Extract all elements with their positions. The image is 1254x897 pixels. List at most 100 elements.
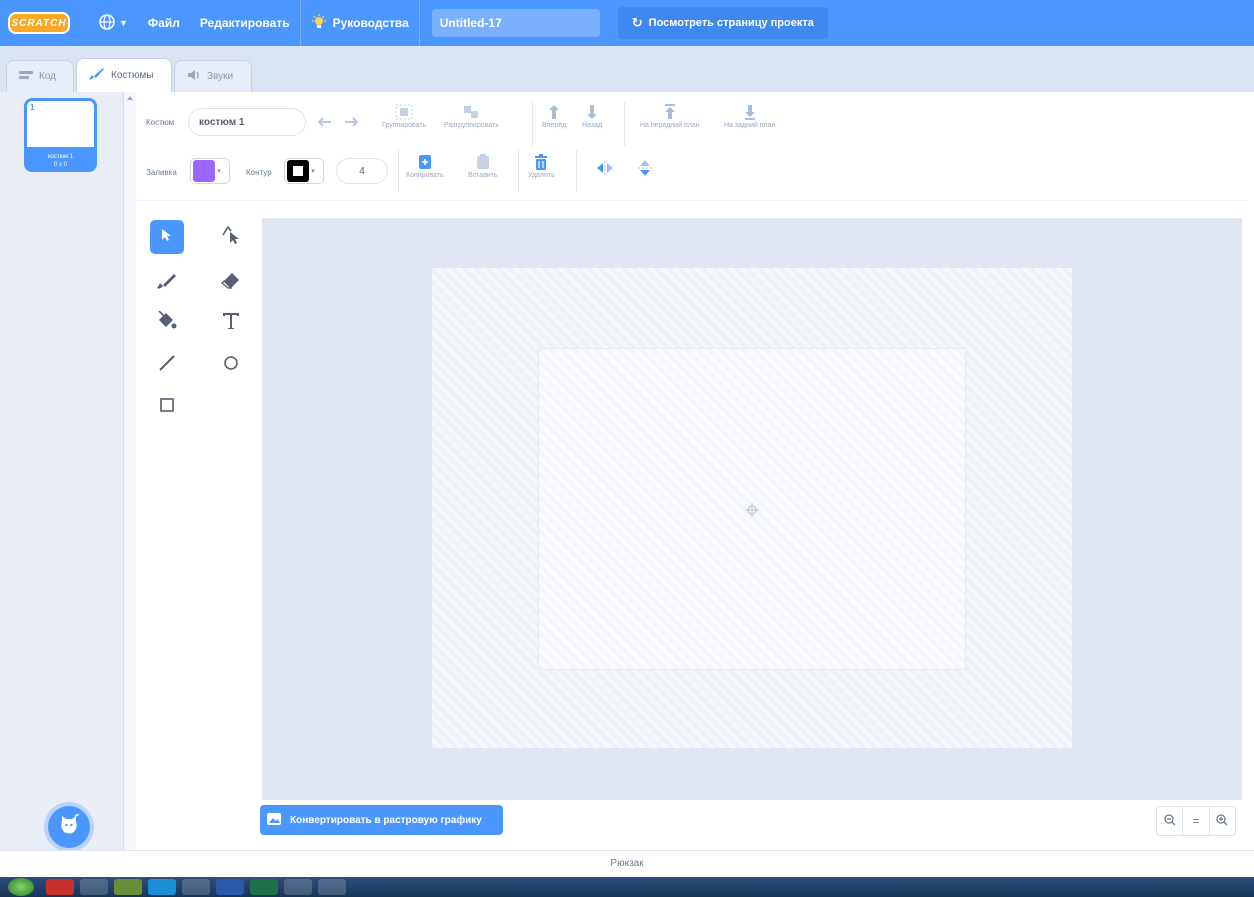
circle-icon — [223, 355, 239, 376]
costume-name-input[interactable]: костюм 1 — [188, 108, 306, 136]
group-icon — [395, 104, 413, 120]
backward-button[interactable]: Назад — [582, 104, 602, 129]
brush-tool[interactable] — [150, 266, 184, 300]
calculator-icon[interactable] — [284, 879, 312, 895]
zoom-reset-icon: = — [1192, 814, 1200, 828]
forward-button[interactable]: Вперёд — [542, 104, 566, 129]
flip-horizontal-button[interactable] — [596, 160, 614, 178]
browser-icon[interactable] — [114, 879, 142, 895]
choose-costume-button[interactable] — [48, 806, 90, 848]
zoom-in-button[interactable] — [1210, 807, 1235, 835]
divider — [136, 200, 1246, 201]
outline-label: Контур — [246, 168, 272, 177]
arrow-up-icon — [545, 104, 563, 120]
backpack-bar[interactable]: Рюкзак — [0, 850, 1254, 877]
tool-app-icon[interactable] — [318, 879, 346, 895]
zoom-controls: = — [1156, 806, 1236, 836]
group-button[interactable]: Группировать — [382, 104, 426, 129]
flip-vertical-icon — [636, 160, 654, 176]
forward-label: Вперёд — [542, 122, 567, 129]
excel-icon[interactable] — [250, 879, 278, 895]
tab-costumes[interactable]: Костюмы — [76, 58, 172, 92]
document-app-icon[interactable] — [80, 879, 108, 895]
cat-icon — [58, 812, 80, 841]
tab-code-label: Код — [39, 71, 57, 82]
image-icon — [266, 812, 282, 829]
copy-icon — [416, 154, 434, 170]
text-tool[interactable] — [214, 306, 248, 340]
paste-label: Вставить — [468, 172, 498, 179]
costume-item-size: 0 x 0 — [53, 162, 67, 168]
zoom-out-button[interactable] — [1157, 807, 1184, 835]
fill-color-picker[interactable]: ▾ — [190, 158, 230, 184]
tab-code[interactable]: Код — [6, 60, 74, 92]
delete-button[interactable]: Удалить — [528, 154, 555, 179]
line-icon — [158, 354, 176, 377]
arrow-top-icon — [661, 104, 679, 120]
delete-label: Удалить — [528, 172, 555, 179]
send-to-back-button[interactable]: На задний план — [724, 104, 775, 129]
project-page-icon: ↻ — [631, 15, 643, 30]
line-tool[interactable] — [150, 348, 184, 382]
eraser-tool[interactable] — [214, 266, 248, 300]
outline-width-input[interactable]: 4 — [336, 158, 388, 184]
rectangle-tool[interactable] — [150, 390, 184, 424]
trash-icon — [532, 154, 550, 170]
project-title-input[interactable]: Untitled-17 — [431, 9, 600, 37]
send-to-back-label: На задний план — [724, 122, 776, 129]
redo-button[interactable] — [342, 114, 360, 132]
scroll-up-icon — [127, 96, 133, 100]
ungroup-icon — [462, 104, 480, 120]
paste-icon — [474, 154, 492, 170]
code-icon — [19, 70, 33, 83]
undo-icon — [316, 114, 334, 130]
paste-button[interactable]: Вставить — [468, 154, 498, 179]
crosshair-icon — [745, 503, 759, 522]
brush-icon — [89, 67, 105, 84]
lightbulb-icon — [311, 13, 327, 33]
divider — [624, 102, 625, 146]
divider — [576, 150, 577, 192]
word-icon[interactable] — [216, 879, 244, 895]
chevron-down-icon: ▾ — [217, 168, 221, 175]
select-tool[interactable] — [150, 220, 184, 254]
edit-menu[interactable]: Редактировать — [190, 0, 300, 46]
costume-list-scrollbar[interactable] — [124, 92, 136, 850]
scratch-logo[interactable]: SCRATCH — [8, 12, 70, 34]
costume-item-name: костюм 1 — [47, 154, 74, 160]
menu-bar: SCRATCH ▼ Файл Редактировать Руководства… — [0, 0, 1254, 46]
arrow-down-icon — [583, 104, 601, 120]
tab-sounds[interactable]: Звуки — [174, 60, 252, 92]
costume-item[interactable]: 1 костюм 1 0 x 0 — [24, 98, 97, 172]
divider — [398, 150, 399, 192]
canvas-background — [432, 268, 1072, 748]
file-menu[interactable]: Файл — [138, 0, 190, 46]
paint-canvas-area[interactable] — [262, 218, 1242, 800]
circle-tool[interactable] — [214, 348, 248, 382]
divider — [532, 102, 533, 146]
paint-canvas[interactable] — [538, 348, 966, 670]
redo-icon — [342, 114, 360, 130]
see-project-page-button[interactable]: ↻ Посмотреть страницу проекта — [617, 7, 828, 39]
convert-to-bitmap-button[interactable]: Конвертировать в растровую графику — [260, 805, 503, 835]
language-menu[interactable]: ▼ — [88, 0, 138, 46]
backward-label: Назад — [582, 122, 603, 129]
outline-color-picker[interactable]: ▾ — [284, 158, 324, 184]
flip-vertical-button[interactable] — [636, 160, 654, 178]
pdf-reader-icon[interactable] — [46, 879, 74, 895]
os-taskbar — [0, 877, 1254, 897]
zoom-reset-button[interactable]: = — [1183, 807, 1210, 835]
undo-button[interactable] — [316, 114, 334, 132]
bring-to-front-button[interactable]: На передний план — [640, 104, 700, 129]
tutorials-menu[interactable]: Руководства — [301, 0, 419, 46]
reshape-tool[interactable] — [214, 220, 248, 254]
skype-icon[interactable] — [148, 879, 176, 895]
fill-tool[interactable] — [150, 306, 184, 340]
outline-swatch-hole — [293, 166, 303, 176]
ungroup-button[interactable]: Разгруппировать — [444, 104, 499, 129]
convert-to-bitmap-label: Конвертировать в растровую графику — [290, 814, 482, 826]
app-icon[interactable] — [182, 879, 210, 895]
paint-bucket-icon — [156, 309, 178, 336]
start-button-icon[interactable] — [8, 878, 34, 896]
copy-button[interactable]: Копировать — [406, 154, 444, 179]
